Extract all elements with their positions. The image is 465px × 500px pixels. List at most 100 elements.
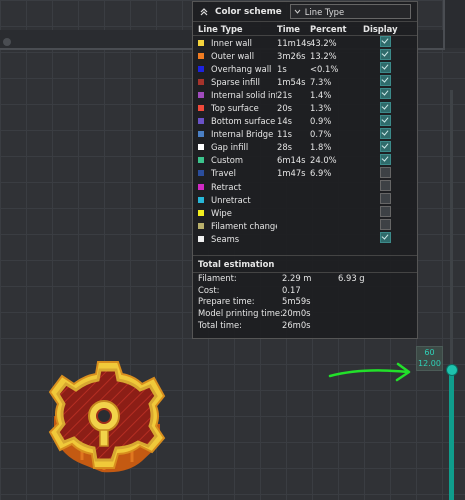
legend-row: Inner wall 11m14s 43.2%	[193, 36, 417, 49]
color-scheme-select[interactable]: Line Type	[289, 4, 411, 19]
layer-height: 12.00	[418, 359, 441, 368]
display-checkbox[interactable]	[380, 166, 391, 178]
display-checkbox[interactable]	[380, 114, 391, 126]
color-scheme-value: Line Type	[304, 6, 345, 17]
estimation-row: Cost: 0.17	[193, 284, 417, 296]
legend-row-name: Travel	[198, 168, 277, 178]
bed-marker	[3, 38, 11, 46]
display-checkbox[interactable]	[380, 49, 391, 61]
display-checkbox[interactable]	[380, 127, 391, 139]
col-percent: Percent	[310, 23, 347, 34]
color-swatch-icon	[198, 78, 204, 85]
legend-row: Filament changes	[193, 219, 417, 232]
estimation-value: 20m0s	[282, 308, 311, 319]
layer-indicator: 60 12.00	[416, 346, 443, 371]
legend-column-header: Line Type Time Percent Display	[193, 22, 417, 36]
color-swatch-icon	[198, 39, 204, 46]
legend-row-percent: 43.2%	[310, 37, 337, 48]
legend-row-percent: 13.2%	[310, 50, 337, 61]
legend-row: Sparse infill 1m54s 7.3%	[193, 75, 417, 88]
layer-slider-thumb[interactable]	[446, 364, 458, 376]
display-checkbox[interactable]	[380, 88, 391, 100]
col-line-type: Line Type	[198, 23, 243, 34]
estimation-value: 2.29 m	[282, 273, 312, 284]
legend-row-percent: 24.0%	[310, 155, 337, 166]
legend-row-name: Sparse infill	[198, 77, 277, 87]
display-checkbox[interactable]	[380, 140, 391, 152]
legend-row-time: 20s	[277, 103, 293, 114]
legend-row: Top surface 20s 1.3%	[193, 101, 417, 114]
legend-row-label: Outer wall	[211, 50, 255, 61]
display-checkbox[interactable]	[380, 219, 391, 231]
legend-row-percent: 1.4%	[310, 89, 332, 100]
legend-row-time: 11s	[277, 129, 293, 140]
legend-row-name: Seams	[198, 234, 277, 244]
legend-row-percent: 1.8%	[310, 142, 332, 153]
estimation-label: Prepare time:	[198, 296, 255, 307]
legend-row: Retract	[193, 180, 417, 193]
legend-row-name: Overhang wall	[198, 64, 277, 74]
legend-row-percent: 6.9%	[310, 168, 332, 179]
legend-row-name: Inner wall	[198, 38, 277, 48]
estimation-list: Filament: 2.29 m 6.93 g Cost: 0.17 Prepa…	[193, 273, 417, 331]
color-swatch-icon	[198, 157, 204, 164]
legend-row-percent: 0.7%	[310, 129, 332, 140]
sliced-model[interactable]	[42, 356, 172, 476]
color-swatch-icon	[198, 131, 204, 138]
annotation-arrow	[328, 362, 411, 382]
legend-row-label: Travel	[211, 168, 236, 179]
legend-row-label: Top surface	[211, 103, 259, 114]
legend-row-label: Filament changes	[211, 220, 277, 231]
estimation-row: Model printing time: 20m0s	[193, 307, 417, 319]
legend-row: Unretract	[193, 193, 417, 206]
display-checkbox[interactable]	[380, 101, 391, 113]
legend-row-label: Bottom surface	[211, 116, 276, 127]
legend-row-label: Unretract	[211, 194, 251, 205]
layer-slider-track[interactable]	[450, 90, 453, 370]
display-checkbox[interactable]	[380, 193, 391, 205]
color-swatch-icon	[198, 91, 204, 98]
legend-row-label: Internal Bridge	[211, 129, 274, 140]
estimation-label: Total time:	[198, 319, 242, 330]
display-checkbox[interactable]	[380, 75, 391, 87]
legend-row: Bottom surface 14s 0.9%	[193, 114, 417, 128]
color-swatch-icon	[198, 222, 204, 229]
estimation-label: Filament:	[198, 273, 237, 284]
layer-number: 60	[424, 348, 435, 357]
chevron-down-icon	[294, 9, 301, 14]
display-checkbox[interactable]	[380, 180, 391, 192]
color-swatch-icon	[198, 52, 204, 59]
estimation-value: 0.17	[282, 284, 301, 295]
legend-row-label: Overhang wall	[211, 63, 272, 74]
display-checkbox[interactable]	[380, 62, 391, 74]
display-checkbox[interactable]	[380, 36, 391, 48]
color-swatch-icon	[198, 209, 204, 216]
color-swatch-icon	[198, 65, 204, 72]
legend-row-time: 3m26s	[277, 50, 306, 61]
legend-row-name: Custom	[198, 155, 277, 165]
color-swatch-icon	[198, 183, 204, 190]
legend-row-name: Retract	[198, 182, 277, 192]
estimation-value: 26m0s	[282, 319, 311, 330]
legend-row-percent: 7.3%	[310, 76, 332, 87]
color-swatch-icon	[198, 118, 204, 125]
legend-row-name: Gap infill	[198, 142, 277, 152]
display-checkbox[interactable]	[380, 232, 391, 244]
display-checkbox[interactable]	[380, 206, 391, 218]
legend-row-time: 6m14s	[277, 155, 306, 166]
legend-row: Wipe	[193, 206, 417, 219]
legend-row-time: 28s	[277, 142, 293, 153]
print-bed-edge-right	[443, 0, 465, 48]
legend-row-time: 1m54s	[277, 76, 306, 87]
legend-row-label: Gap infill	[211, 142, 249, 153]
legend-row-name: Top surface	[198, 103, 277, 113]
legend-row: Overhang wall 1s <0.1%	[193, 62, 417, 75]
legend-row-label: Custom	[211, 155, 244, 166]
legend-row-label: Wipe	[211, 207, 232, 218]
collapse-icon[interactable]	[199, 7, 209, 17]
legend-row-time: 21s	[277, 89, 293, 100]
legend-row-name: Internal Bridge	[198, 129, 277, 139]
display-checkbox[interactable]	[380, 153, 391, 165]
estimation-row: Total time: 26m0s	[193, 319, 417, 331]
legend-row-label: Retract	[211, 181, 242, 192]
